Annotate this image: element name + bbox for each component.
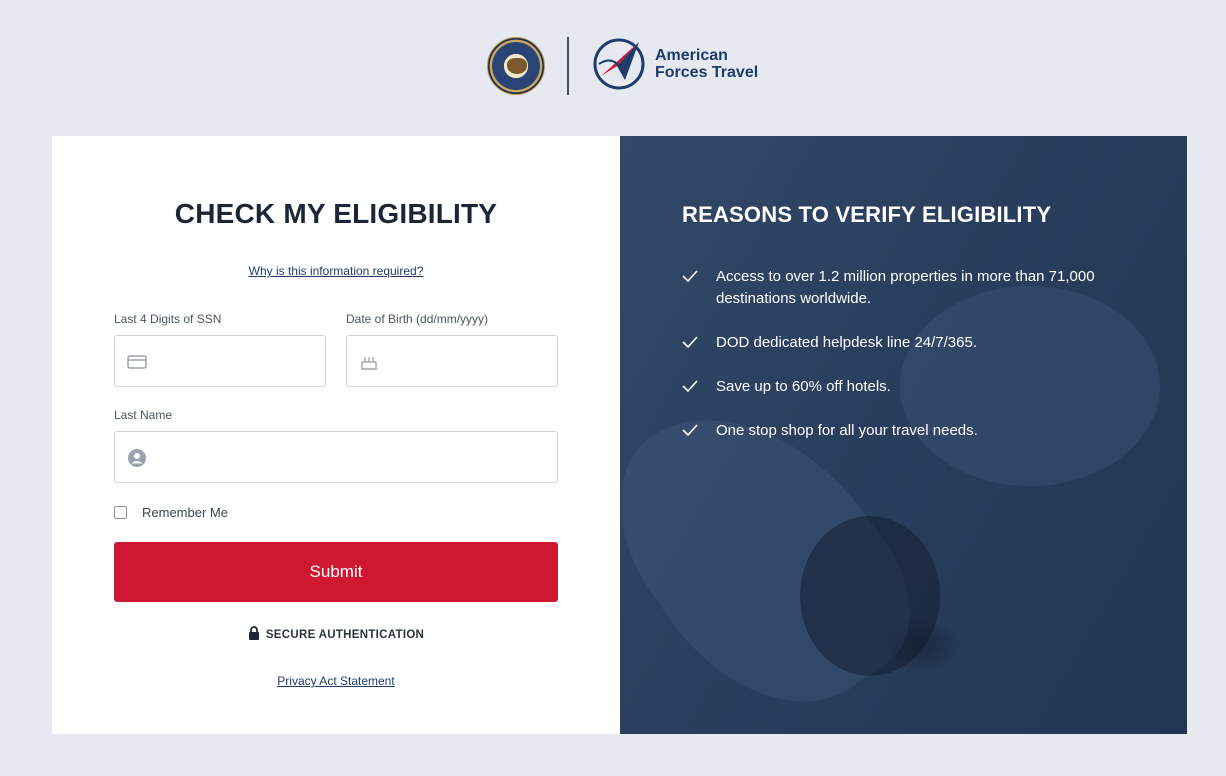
dod-seal-icon: [487, 37, 545, 95]
remember-me-label[interactable]: Remember Me: [142, 505, 228, 520]
submit-button[interactable]: Submit: [114, 542, 558, 602]
reason-text: One stop shop for all your travel needs.: [716, 422, 978, 439]
brand-name: American Forces Travel: [655, 47, 758, 81]
reason-text: Save up to 60% off hotels.: [716, 378, 891, 395]
why-required-link[interactable]: Why is this information required?: [52, 264, 620, 278]
dob-label: Date of Birth (dd/mm/yyyy): [346, 312, 489, 326]
secure-authentication: SECURE AUTHENTICATION: [52, 626, 620, 641]
dob-input[interactable]: [346, 335, 558, 387]
reason-item: Access to over 1.2 million properties in…: [682, 266, 1122, 310]
form-title: CHECK MY ELIGIBILITY: [174, 198, 498, 229]
ssn-input[interactable]: [114, 335, 326, 387]
remember-me-checkbox[interactable]: [114, 506, 127, 519]
eligibility-card: CHECK MY ELIGIBILITY Why is this informa…: [52, 136, 1187, 734]
brand-line1: American: [655, 47, 728, 64]
checkmark-icon: [682, 270, 698, 283]
american-forces-travel-logo-icon: [593, 38, 645, 90]
ssn-label: Last 4 Digits of SSN: [114, 312, 222, 326]
header: American Forces Travel: [0, 0, 1226, 136]
logo-divider: [567, 37, 569, 95]
checkmark-icon: [682, 380, 698, 393]
birthday-cake-icon: [361, 357, 377, 370]
reasons-title: REASONS TO VERIFY ELIGIBILITY: [682, 202, 1052, 227]
checkmark-icon: [682, 336, 698, 349]
last-name-input[interactable]: [114, 431, 558, 483]
checkmark-icon: [682, 424, 698, 437]
reason-text: DOD dedicated helpdesk line 24/7/365.: [716, 334, 978, 351]
secure-label: SECURE AUTHENTICATION: [265, 629, 425, 641]
reasons-list: Access to over 1.2 million properties in…: [682, 266, 1122, 464]
last-name-label: Last Name: [114, 408, 173, 422]
eligibility-form: CHECK MY ELIGIBILITY Why is this informa…: [52, 136, 620, 734]
reason-item: One stop shop for all your travel needs.: [682, 420, 1122, 442]
brand-line2: Forces Travel: [655, 64, 759, 81]
privacy-act-link[interactable]: Privacy Act Statement: [52, 674, 620, 688]
reasons-panel: REASONS TO VERIFY ELIGIBILITY Access to …: [620, 136, 1187, 734]
reason-item: Save up to 60% off hotels.: [682, 376, 1122, 398]
user-circle-icon: [128, 449, 146, 467]
reason-item: DOD dedicated helpdesk line 24/7/365.: [682, 332, 1122, 354]
background-shape: [800, 516, 940, 676]
reason-text: Access to over 1.2 million properties in…: [716, 268, 1095, 307]
card-icon: [127, 355, 147, 369]
lock-icon: [248, 626, 259, 640]
